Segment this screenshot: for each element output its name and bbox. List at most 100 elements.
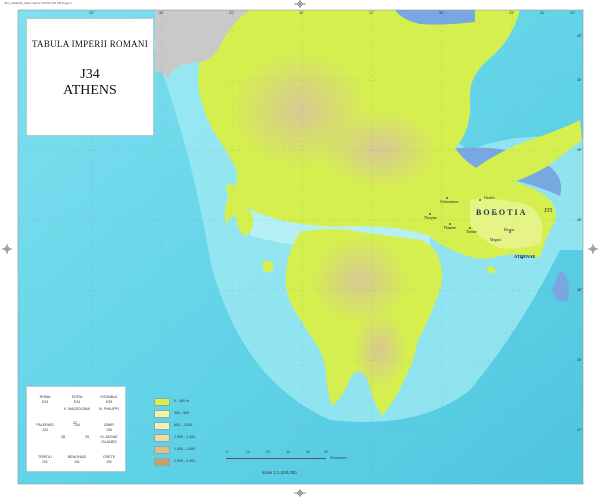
index-cell: PALERMO J33	[29, 423, 61, 433]
scale-tick: 0	[226, 450, 228, 454]
index-cell-code: J35	[106, 428, 112, 432]
grid-label-top: 20°	[89, 11, 95, 15]
relief-arcadia	[310, 235, 410, 325]
grid-label-right: 38°	[577, 288, 583, 292]
crosshair-icon	[2, 244, 12, 254]
index-grid-number: 27	[73, 421, 77, 425]
index-cell-code: K33	[41, 400, 49, 404]
scale-tick: 20	[266, 450, 270, 454]
legend-label: 600 - 1,000	[174, 423, 193, 427]
index-cell: IV. AEGAE ISLANDS	[93, 435, 125, 445]
legend-item: 2,000 - 2,900	[154, 458, 224, 468]
grid-label-top: 21°	[229, 11, 235, 15]
sheet-number: J34	[80, 67, 100, 82]
relief-laconia	[352, 310, 408, 390]
map-sheet: J34_ATHENS_bathy.indd 1 6/1/09 4:45 PM P…	[0, 0, 600, 499]
index-cell-code: I33	[42, 460, 48, 464]
legend-item: 1,000 - 1,300	[154, 434, 224, 444]
grid-label-right: 30'	[577, 358, 582, 362]
index-cell-code: I34	[74, 460, 80, 464]
grid-label-top: 30'	[540, 11, 545, 15]
scale-line	[226, 458, 326, 459]
index-cell: TRIPOLI I33	[29, 455, 61, 465]
legend-label: 2,000 - 2,900	[174, 459, 196, 463]
grid-label-right: 40°	[577, 34, 583, 38]
index-cell-code: J34	[74, 423, 80, 427]
index-cell-code: I35	[106, 460, 112, 464]
sheet-name: ATHENS	[63, 83, 117, 98]
index-cell-code: K34	[73, 400, 81, 404]
index-cell: SOFIA K34	[61, 395, 93, 405]
grid-label-top: 22°	[369, 11, 375, 15]
print-note: J34_ATHENS_bathy.indd 1 6/1/09 4:45 PM P…	[4, 1, 72, 5]
region-label: BOEOTIA	[476, 208, 528, 217]
crosshair-icon	[294, 0, 306, 8]
index-cell: ROMA K33	[29, 395, 61, 405]
legend-label: 1,300 - 1,600	[174, 447, 196, 451]
settlement-dot-icon	[429, 213, 431, 215]
index-cell-code: IV. AEGAE ISLANDS	[100, 435, 118, 444]
place-label: Plataeae	[444, 226, 456, 230]
adjacent-sheet-label: J35	[544, 208, 553, 214]
scale-unit: Kilometres	[330, 456, 347, 460]
index-cell-code: III. PHILIPPI	[99, 407, 119, 411]
grid-label-right: 39°	[577, 148, 583, 152]
index-cell: J34	[61, 423, 93, 428]
sheet-index: ROMA K33 SOFIA K34 ISTANBUL K35 II. MACEDON…	[26, 386, 126, 472]
elevation-legend: 0 - 300 m 300 - 600 600 - 1,000 1,000 - …	[154, 398, 224, 470]
grid-label-right: 37°	[577, 428, 583, 432]
grid-label-top: 30'	[159, 11, 164, 15]
scale-tick: 50	[324, 450, 328, 454]
crosshair-icon	[294, 489, 306, 497]
legend-swatch	[154, 434, 170, 442]
legend-swatch	[154, 458, 170, 466]
grid-label-right: 30'	[577, 78, 582, 82]
settlement-dot-icon	[479, 199, 481, 201]
legend-swatch	[154, 422, 170, 430]
grid-label-top: 30'	[439, 11, 444, 15]
place-label: Chalcis	[484, 196, 495, 200]
scale-ratio: scale 1:1,000,000	[262, 470, 297, 475]
place-label: Thespiae	[424, 216, 437, 220]
settlement-dot-icon	[446, 197, 448, 199]
grid-label-right: 30'	[577, 218, 582, 222]
place-label: Orchomenus	[440, 200, 459, 204]
grid-label-top: 30'	[299, 11, 304, 15]
series-title: TABULA IMPERII ROMANI	[31, 39, 149, 49]
place-label: Eleusis	[504, 228, 515, 232]
index-cell: III. PHILIPPI	[93, 407, 125, 412]
place-label: ATHENAE	[514, 254, 536, 259]
crosshair-icon	[588, 244, 598, 254]
index-cell-code: J33	[42, 428, 48, 432]
index-grid-number: 29	[85, 435, 89, 439]
legend-item: 600 - 1,000	[154, 422, 224, 432]
legend-item: 0 - 300 m	[154, 398, 224, 408]
index-cell-code: II. MACEDONIA	[64, 407, 90, 411]
index-cell: IZMIR J35	[93, 423, 125, 433]
place-label: Megara	[490, 238, 501, 242]
legend-label: 300 - 600	[174, 411, 190, 415]
index-cell-code: K35	[105, 400, 113, 404]
legend-label: 1,000 - 1,300	[174, 435, 196, 439]
legend-swatch	[154, 446, 170, 454]
scale-tick: 40	[306, 450, 310, 454]
index-cell: CRETE I35	[93, 455, 125, 465]
place-label: Thebae	[466, 230, 477, 234]
settlement-dot-icon	[469, 227, 471, 229]
legend-item: 300 - 600	[154, 410, 224, 420]
scale-bar: 0 10 20 30 40 50 Kilometres	[226, 444, 347, 468]
scale-tick: 10	[246, 450, 250, 454]
settlement-dot-icon	[449, 223, 451, 225]
legend-swatch	[154, 398, 170, 406]
title-panel: TABULA IMPERII ROMANI J34 ATHENS	[26, 18, 154, 136]
index-grid-number: 28	[61, 435, 65, 439]
grid-label-top: 24°	[570, 11, 576, 15]
grid-label-top: 23°	[509, 11, 515, 15]
index-cell: II. MACEDONIA	[61, 407, 93, 412]
index-cell: BENGHAZI I34	[61, 455, 93, 465]
legend-label: 0 - 300 m	[174, 399, 190, 403]
legend-swatch	[154, 410, 170, 418]
index-cell: ISTANBUL K35	[93, 395, 125, 405]
scale-tick: 30	[286, 450, 290, 454]
legend-item: 1,300 - 1,600	[154, 446, 224, 456]
